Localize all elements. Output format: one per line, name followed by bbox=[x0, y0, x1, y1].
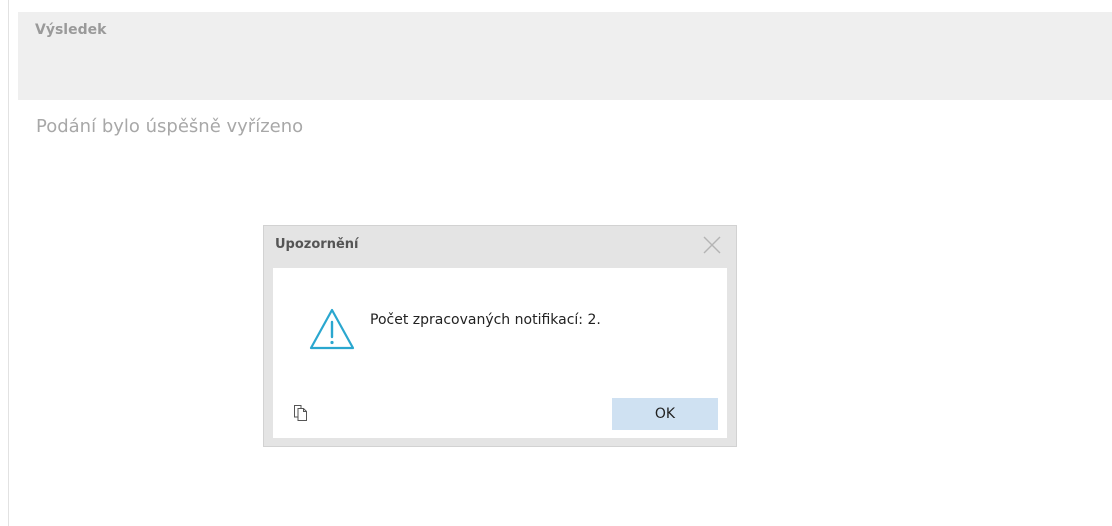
result-header-label: Výsledek bbox=[35, 22, 107, 38]
dialog-title: Upozornění bbox=[275, 237, 359, 252]
result-header: Výsledek bbox=[18, 12, 1112, 100]
warning-icon bbox=[307, 306, 357, 352]
dialog-message: Počet zpracovaných notifikací: 2. bbox=[370, 312, 601, 328]
copy-icon[interactable] bbox=[293, 404, 309, 422]
close-icon[interactable] bbox=[700, 233, 724, 257]
dialog-title-bar: Upozornění bbox=[264, 226, 736, 266]
ok-button[interactable]: OK bbox=[612, 398, 718, 430]
alert-dialog: Upozornění Počet zpracovaných notifikací… bbox=[263, 225, 737, 447]
dialog-body: Počet zpracovaných notifikací: 2. OK bbox=[273, 268, 727, 438]
left-border bbox=[8, 0, 9, 526]
status-text: Podání bylo úspěšně vyřízeno bbox=[36, 116, 304, 137]
page: Výsledek Podání bylo úspěšně vyřízeno Up… bbox=[0, 0, 1112, 526]
